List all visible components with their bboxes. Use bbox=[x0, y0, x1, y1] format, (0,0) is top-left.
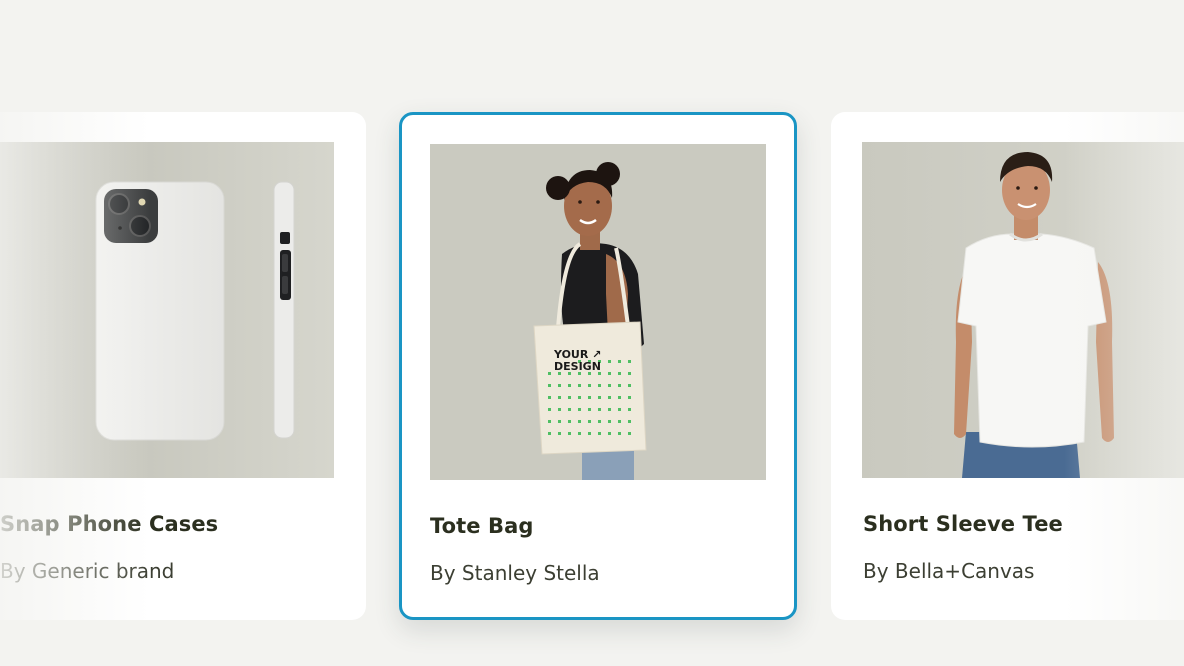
product-card-short-sleeve-tee[interactable]: Short Sleeve Tee By Bella+Canvas bbox=[831, 112, 1184, 620]
svg-text:DESIGN: DESIGN bbox=[554, 360, 601, 373]
phone-case-illustration bbox=[0, 142, 334, 478]
product-carousel: Snap Phone Cases By Generic brand YOUR ↗… bbox=[0, 0, 1184, 666]
product-brand: By Generic brand bbox=[0, 559, 175, 583]
t-shirt-image bbox=[862, 142, 1184, 478]
tote-bag-model-illustration: YOUR ↗ DESIGN bbox=[430, 144, 766, 480]
tote-bag-image: YOUR ↗ DESIGN bbox=[430, 144, 766, 480]
product-title: Snap Phone Cases bbox=[0, 512, 219, 536]
t-shirt-model-illustration bbox=[862, 142, 1184, 478]
product-card-phone-case[interactable]: Snap Phone Cases By Generic brand bbox=[0, 112, 366, 620]
product-title: Short Sleeve Tee bbox=[863, 512, 1063, 536]
phone-case-image bbox=[0, 142, 334, 478]
product-brand: By Stanley Stella bbox=[430, 561, 600, 585]
product-card-tote-bag[interactable]: YOUR ↗ DESIGN Tote Bag By Stanley Stella bbox=[399, 112, 797, 620]
product-brand: By Bella+Canvas bbox=[863, 559, 1035, 583]
product-title: Tote Bag bbox=[430, 514, 534, 538]
